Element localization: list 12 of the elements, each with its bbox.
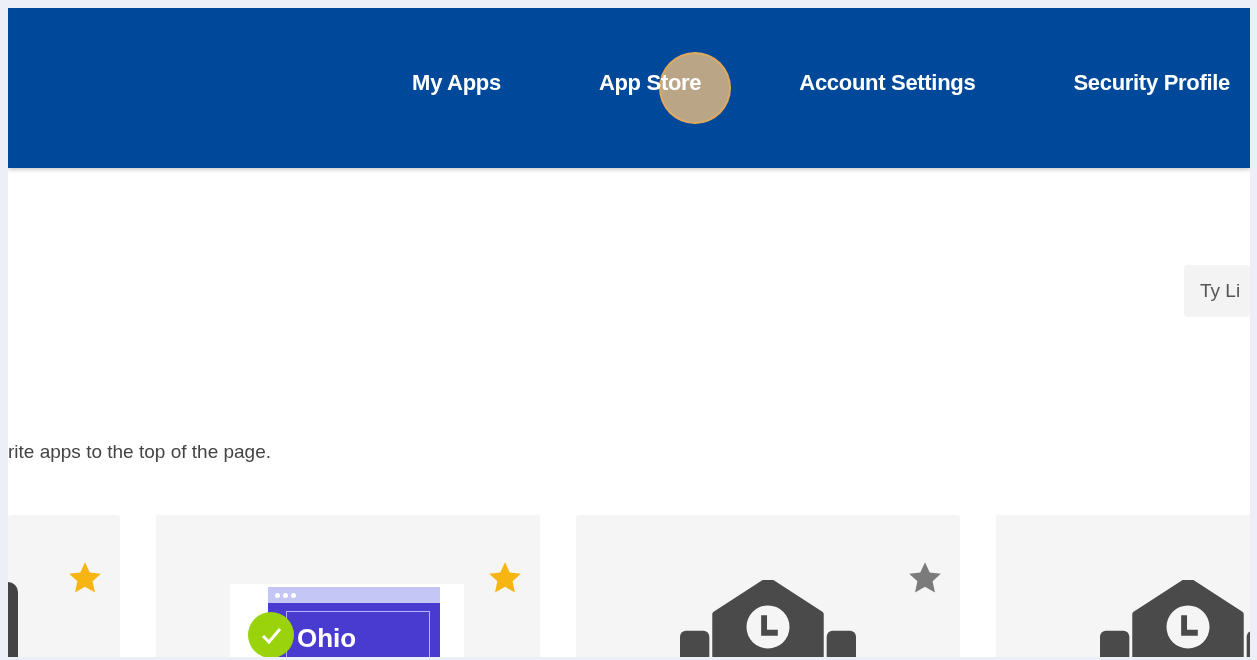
nav-link[interactable]: Account Settings: [799, 70, 976, 95]
app-card[interactable]: Ohio: [156, 515, 540, 657]
building-clock-icon: [1099, 580, 1250, 657]
hint-text: rite apps to the top of the page.: [8, 441, 273, 463]
nav-link[interactable]: Security Profile: [1073, 70, 1230, 95]
check-badge-icon: [248, 612, 294, 657]
user-chip[interactable]: Ty Li: [1184, 265, 1250, 317]
building-clock-icon: [679, 580, 857, 657]
app-card[interactable]: [8, 515, 120, 657]
logo-text: Ohio: [296, 622, 357, 652]
app-card[interactable]: [576, 515, 960, 657]
nav-link[interactable]: My Apps: [412, 70, 501, 95]
